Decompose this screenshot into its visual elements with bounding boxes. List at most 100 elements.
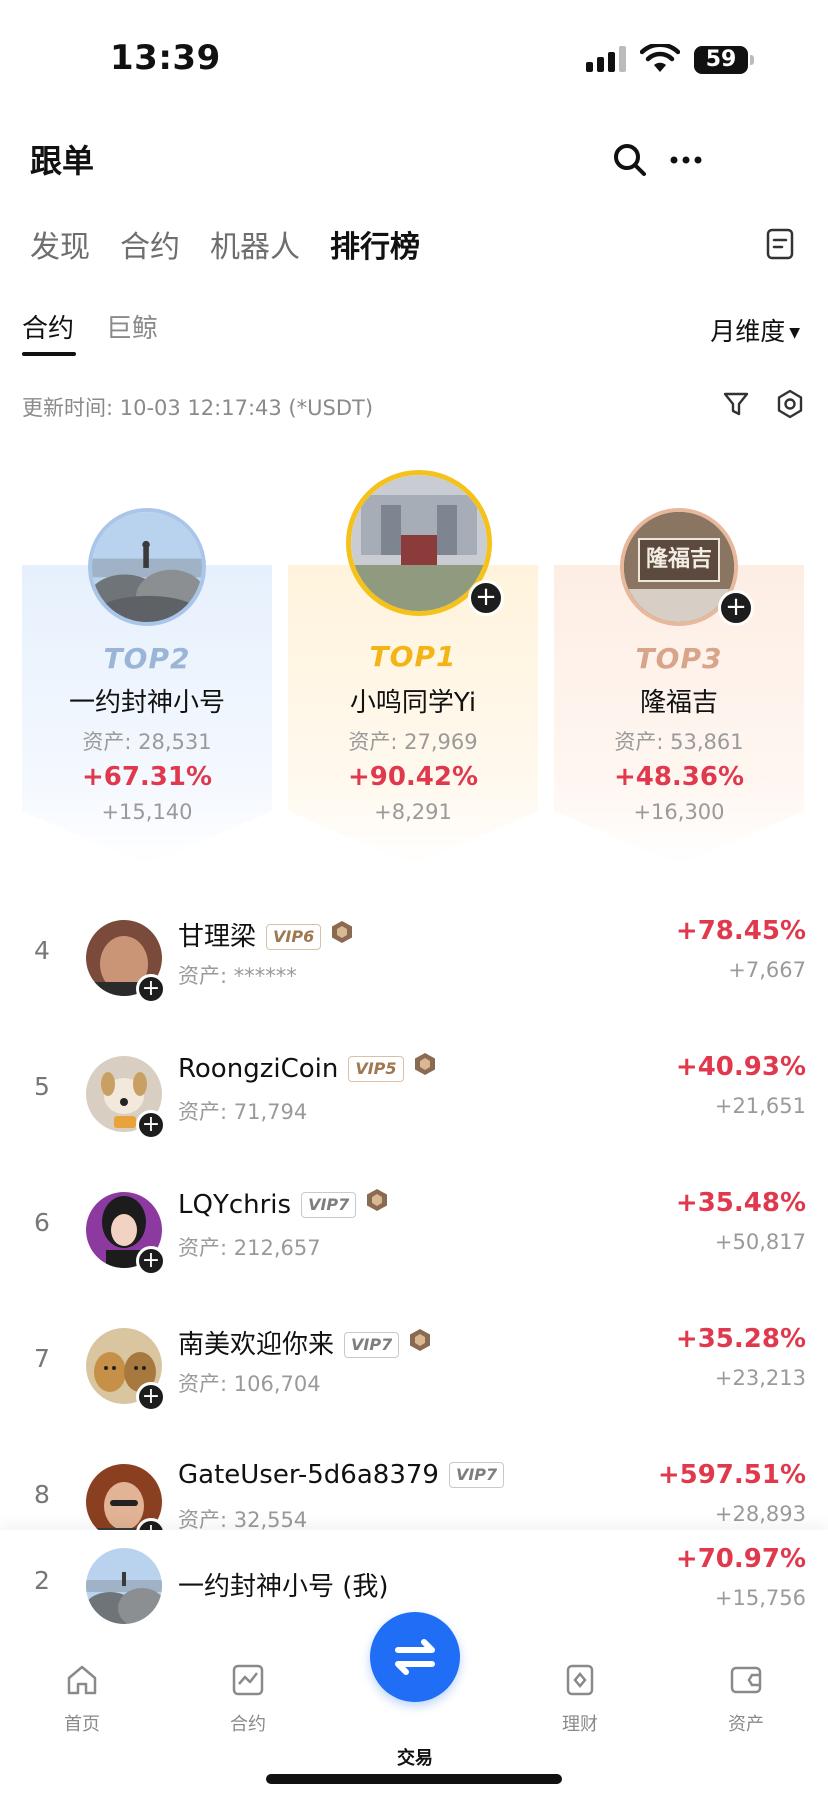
- trader-name: GateUser-5d6a8379: [178, 1460, 439, 1490]
- trader-assets: 资产: ******: [178, 964, 297, 988]
- nav-home[interactable]: 首页: [22, 1662, 142, 1736]
- follow-plus-icon[interactable]: +: [136, 974, 166, 1004]
- trader-assets: 资产: 71,794: [178, 1100, 308, 1124]
- rank-label: TOP2: [103, 642, 191, 675]
- return-amount: +16,300: [633, 800, 725, 824]
- trader-assets: 资产: 106,704: [178, 1372, 321, 1396]
- status-bar: 13:39 59: [0, 0, 828, 120]
- return-amount: +23,213: [714, 1366, 806, 1390]
- tab-robot[interactable]: 机器人: [210, 222, 300, 266]
- document-icon[interactable]: [762, 226, 798, 262]
- list-item[interactable]: 4 + 甘理梁 VIP6 资产: ****** +78.45% +7,667: [0, 902, 828, 1012]
- home-indicator: [266, 1774, 562, 1784]
- period-dropdown[interactable]: 月维度 ▼: [710, 312, 800, 348]
- nav-contract-label: 合约: [230, 1714, 266, 1735]
- battery-icon: 59: [694, 46, 754, 74]
- trade-fab-button[interactable]: [370, 1612, 460, 1702]
- podium-top2[interactable]: TOP2 一约封神小号 资产: 28,531 +67.31% +15,140: [22, 470, 272, 865]
- trader-name: RoongziCoin: [178, 1054, 339, 1084]
- trader-name-line: 甘理梁 VIP6: [178, 916, 353, 953]
- tab-discover[interactable]: 发现: [30, 222, 90, 266]
- trader-name-line: GateUser-5d6a8379 VIP7: [178, 1460, 505, 1490]
- trader-assets: 资产: 212,657: [178, 1236, 321, 1260]
- tab-leaderboard[interactable]: 排行榜: [330, 222, 420, 266]
- rank-number: 4: [34, 936, 50, 965]
- subtab-whale[interactable]: 巨鲸: [106, 308, 158, 345]
- medal-icon: [414, 1053, 435, 1075]
- nav-finance[interactable]: 理财: [520, 1662, 640, 1736]
- return-amount: +15,140: [101, 800, 193, 824]
- search-icon[interactable]: [608, 138, 652, 182]
- caret-down-icon: ▼: [789, 325, 800, 341]
- trader-name: 一约封神小号: [68, 688, 225, 718]
- return-percent: +597.51%: [657, 1460, 806, 1490]
- trader-name-line: LQYchris VIP7: [178, 1188, 388, 1220]
- return-percent: +40.93%: [675, 1052, 806, 1082]
- trader-name-line: 南美欢迎你来 VIP7: [178, 1324, 431, 1361]
- follow-plus-icon[interactable]: +: [136, 1382, 166, 1412]
- filter-icon[interactable]: [720, 388, 752, 420]
- nav-finance-label: 理财: [562, 1714, 598, 1735]
- cellular-signal-icon: [586, 46, 630, 72]
- wallet-icon: [730, 1666, 762, 1694]
- my-name: 一约封神小号 (我): [178, 1572, 389, 1602]
- list-item[interactable]: 5 + RoongziCoin VIP5 资产: 71,794 +40.93% +…: [0, 1038, 828, 1148]
- nav-trade[interactable]: 交易: [355, 1710, 475, 1770]
- podium-top1[interactable]: + TOP1 小鸣同学Yi 资产: 27,969 +90.42% +8,291: [288, 470, 538, 865]
- trader-name-line: RoongziCoin VIP5: [178, 1052, 436, 1084]
- vip-badge: VIP5: [348, 1056, 404, 1082]
- follow-plus-icon[interactable]: +: [136, 1110, 166, 1140]
- app-header: 跟单: [0, 120, 828, 200]
- return-percent: +90.42%: [347, 762, 479, 792]
- rank-label: TOP1: [369, 640, 457, 673]
- trader-assets: 资产: 53,861: [614, 730, 744, 754]
- trader-name: 隆福吉: [639, 688, 718, 718]
- rank-label: TOP3: [635, 642, 723, 675]
- medal-icon: [332, 921, 353, 943]
- nav-home-label: 首页: [64, 1714, 100, 1735]
- vip-badge: VIP6: [266, 924, 322, 950]
- rank-number: 5: [34, 1072, 50, 1101]
- nav-contract[interactable]: 合约: [188, 1662, 308, 1736]
- return-percent: +35.48%: [675, 1188, 806, 1218]
- avatar[interactable]: [88, 508, 206, 626]
- return-amount: +50,817: [714, 1230, 806, 1254]
- settings-icon[interactable]: [774, 388, 806, 420]
- period-label: 月维度: [710, 317, 786, 346]
- follow-plus-icon[interactable]: +: [468, 580, 504, 616]
- avatar[interactable]: [86, 1548, 162, 1624]
- trader-assets: 资产: 27,969: [348, 730, 478, 754]
- return-amount: +7,667: [728, 958, 806, 982]
- tab-contract[interactable]: 合约: [120, 222, 180, 266]
- more-icon[interactable]: [664, 138, 708, 182]
- return-amount: +8,291: [374, 800, 452, 824]
- trader-assets: 资产: 28,531: [82, 730, 212, 754]
- return-amount: +21,651: [714, 1094, 806, 1118]
- update-time: 更新时间: 10-03 12:17:43 (*USDT): [22, 396, 374, 420]
- medal-icon: [367, 1189, 388, 1211]
- vip-badge: VIP7: [448, 1462, 505, 1488]
- nav-assets[interactable]: 资产: [686, 1662, 806, 1736]
- list-item[interactable]: 6 + LQYchris VIP7 资产: 212,657 +35.48% +50…: [0, 1174, 828, 1284]
- trader-name: 南美欢迎你来: [178, 1330, 335, 1360]
- rank-number: 2: [34, 1566, 50, 1595]
- wifi-icon: [640, 44, 680, 72]
- trader-name: 小鸣同学Yi: [349, 688, 477, 718]
- avatar-sign-text: 隆福吉: [638, 538, 720, 582]
- trader-name: LQYchris: [178, 1190, 292, 1220]
- return-amount: +28,893: [714, 1502, 806, 1526]
- follow-plus-icon[interactable]: +: [718, 590, 754, 626]
- podium-top3[interactable]: 隆福吉 + TOP3 隆福吉 资产: 53,861 +48.36% +16,30…: [554, 470, 804, 865]
- status-time: 13:39: [110, 38, 221, 78]
- nav-assets-label: 资产: [728, 1714, 764, 1735]
- nav-trade-label: 交易: [397, 1748, 433, 1769]
- return-percent: +70.97%: [675, 1544, 806, 1574]
- home-icon: [67, 1665, 97, 1695]
- follow-plus-icon[interactable]: +: [136, 1246, 166, 1276]
- list-item[interactable]: 7 + 南美欢迎你来 VIP7 资产: 106,704 +35.28% +23,2…: [0, 1310, 828, 1420]
- return-amount: +15,756: [714, 1586, 806, 1610]
- page-title: 跟单: [30, 142, 95, 180]
- return-percent: +48.36%: [613, 762, 745, 792]
- subtab-contract[interactable]: 合约: [22, 308, 74, 345]
- active-tab-underline: [22, 352, 76, 356]
